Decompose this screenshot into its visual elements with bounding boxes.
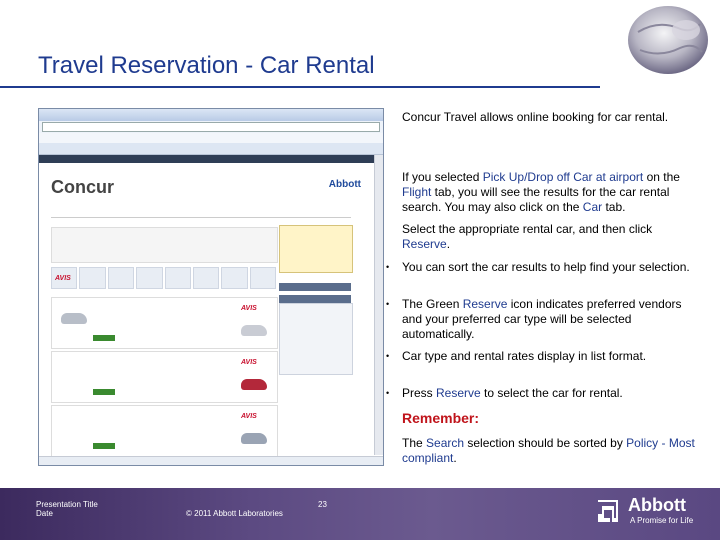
bullet-icon: • — [386, 388, 390, 398]
concur-logo-text: Concur — [51, 177, 114, 197]
remember-heading: Remember: — [402, 410, 480, 426]
car-image — [61, 313, 87, 324]
reserve-button[interactable] — [93, 389, 115, 395]
title-rule — [0, 86, 600, 88]
sorting-options-box[interactable] — [279, 225, 353, 273]
bullet-green-reserve: The Green Reserve icon indicates preferr… — [402, 297, 682, 341]
slide-title: Travel Reservation - Car Rental — [38, 52, 375, 79]
concur-screenshot: Concur Abbott AVIS AVIS AVIS AVIS — [38, 108, 384, 466]
avis-logo: AVIS — [55, 275, 71, 282]
car-display-filters-header[interactable] — [279, 295, 351, 303]
search-sort-paragraph: The Search selection should be sorted by… — [402, 436, 695, 465]
car-display-filters[interactable] — [279, 303, 353, 375]
browser-statusbar — [39, 456, 383, 465]
trip-summary — [51, 227, 278, 263]
car-image — [241, 433, 267, 444]
concur-nav — [39, 155, 383, 163]
car-image — [241, 379, 267, 390]
bullet-press-reserve: Press Reserve to select the car for rent… — [402, 386, 623, 400]
abbott-small-text: Abbott — [328, 179, 361, 190]
reserve-button[interactable] — [93, 443, 115, 449]
page-number: 23 — [318, 500, 327, 509]
abbott-tagline: A Promise for Life — [630, 516, 694, 525]
footer-presentation-title: Presentation Title — [36, 500, 98, 509]
bullet-sort: You can sort the car results to help fin… — [402, 260, 690, 274]
browser-titlebar — [39, 109, 383, 121]
concur-logo: Concur — [51, 177, 114, 198]
avis-logo: AVIS — [241, 359, 257, 366]
url-field — [42, 122, 380, 132]
abbott-small-logo: Abbott — [329, 179, 361, 190]
car-results-pane: AVIS AVIS AVIS AVIS — [51, 227, 278, 457]
car-image — [241, 325, 267, 336]
avis-logo: AVIS — [241, 413, 257, 420]
sort-filter-pane — [279, 225, 353, 405]
browser-address-bar — [39, 121, 383, 133]
avis-logo: AVIS — [241, 305, 257, 312]
select-car-paragraph: Select the appropriate rental car, and t… — [402, 222, 653, 251]
bullet-icon: • — [386, 351, 390, 361]
favorites-bar — [39, 133, 383, 143]
reserve-button[interactable] — [93, 335, 115, 341]
concur-menu — [51, 203, 351, 218]
browser-tabs — [39, 143, 383, 155]
globe-icon — [628, 6, 708, 74]
page-scrollbar[interactable] — [374, 155, 383, 455]
bullet-icon: • — [386, 262, 390, 272]
car-type-strip — [51, 267, 276, 289]
search-results-paragraph: If you selected Pick Up/Drop off Car at … — [402, 170, 680, 214]
bullet-icon: • — [386, 299, 390, 309]
new-car-search-header[interactable] — [279, 283, 351, 291]
intro-paragraph: Concur Travel allows online booking for … — [402, 110, 669, 124]
footer-copyright: © 2011 Abbott Laboratories — [186, 509, 283, 518]
bullet-list-format: Car type and rental rates display in lis… — [402, 349, 647, 363]
footer-date: Date — [36, 509, 53, 518]
abbott-logo-icon — [598, 500, 618, 522]
abbott-brand: Abbott — [628, 495, 686, 515]
